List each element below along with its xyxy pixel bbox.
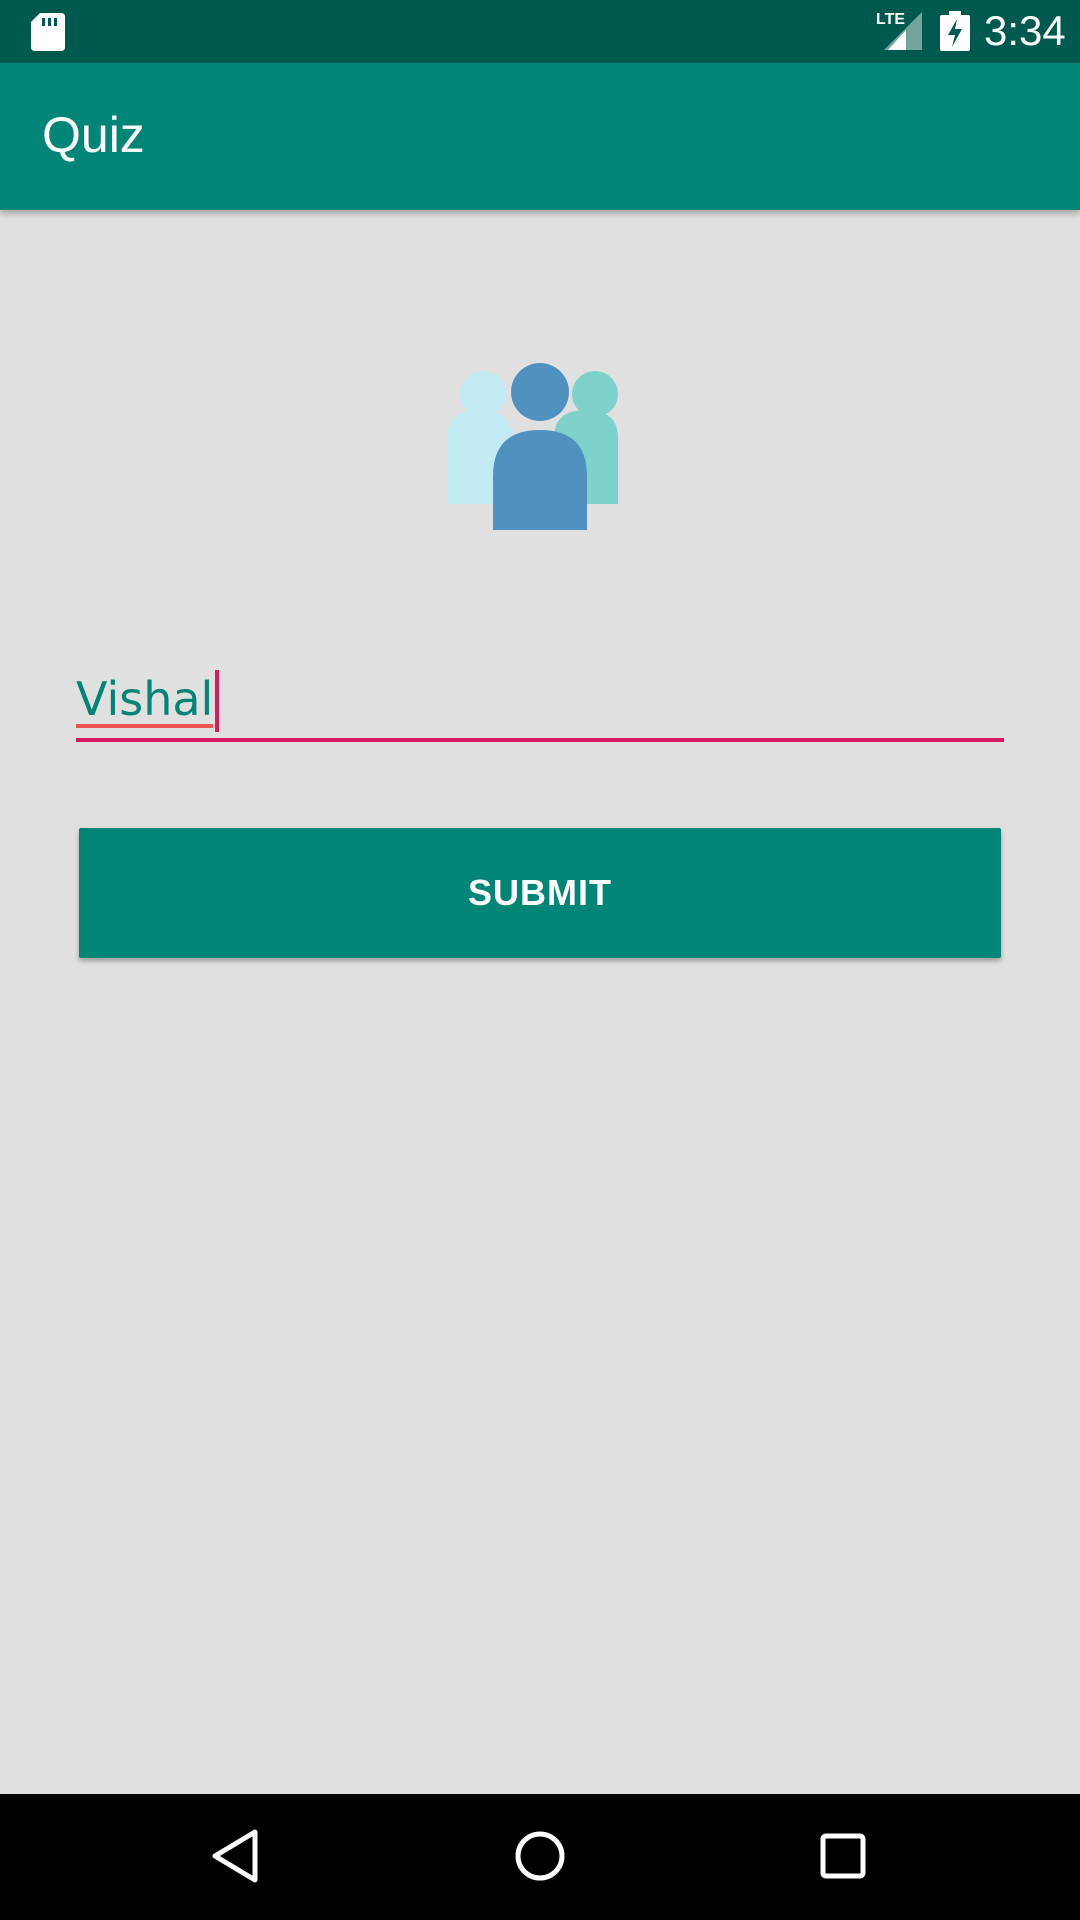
submit-button[interactable]: SUBMIT [79,828,1001,958]
status-bar: LTE 3:34 [0,0,1080,63]
battery-charging-icon [940,11,970,51]
name-input[interactable]: Vishal [76,660,1004,744]
lte-label: LTE [876,11,905,28]
signal-lte-icon: LTE [876,11,922,50]
input-underline [76,738,1004,742]
back-icon[interactable] [207,1826,267,1886]
status-time: 3:34 [984,7,1066,54]
sd-card-icon [31,13,65,51]
home-icon[interactable] [510,1826,570,1886]
app-bar: Quiz [0,63,1080,210]
app-title: Quiz [42,107,145,163]
recents-icon[interactable] [813,1826,873,1886]
screen: LTE 3:34 Quiz Vishal SUBMIT [0,0,1080,1920]
text-cursor [215,670,219,732]
name-input-value: Vishal [76,672,214,726]
people-group-icon [447,363,618,530]
spellcheck-underline [76,724,213,728]
